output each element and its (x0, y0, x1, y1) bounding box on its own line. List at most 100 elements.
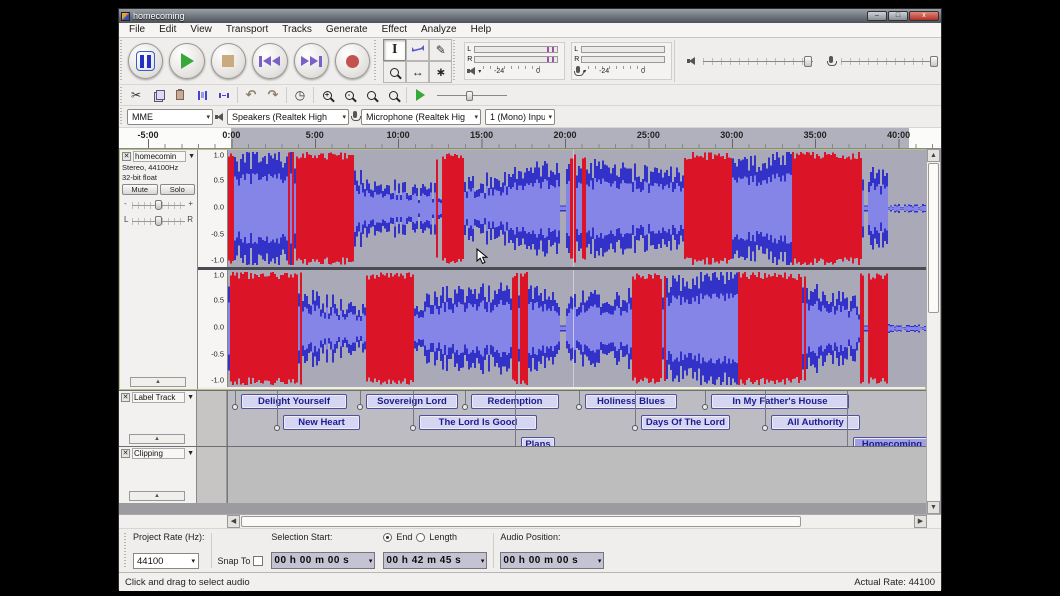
label-track-content[interactable]: Delight YourselfSovereign LordRedemption… (227, 391, 926, 446)
label-handle[interactable] (632, 425, 638, 431)
label[interactable]: The Lord Is Good (419, 415, 537, 430)
skip-to-start-button[interactable] (252, 43, 287, 79)
zoom-tool-button[interactable] (383, 61, 406, 83)
label-handle[interactable] (274, 425, 280, 431)
cut-button[interactable]: ✂ (126, 86, 146, 104)
multi-tool-button[interactable]: ∗ (429, 61, 452, 83)
label-handle[interactable] (357, 404, 363, 410)
length-radio[interactable] (416, 533, 425, 542)
zoom-out-button[interactable]: - (339, 86, 359, 104)
toolbar-gripper[interactable] (124, 533, 128, 568)
redo-button[interactable]: ↷ (263, 86, 283, 104)
menu-item-effect[interactable]: Effect (375, 23, 414, 37)
waveform-channel-right[interactable] (228, 270, 926, 387)
menu-item-help[interactable]: Help (464, 23, 499, 37)
vertical-scrollbar[interactable]: ▲ ▼ (926, 149, 940, 514)
label[interactable]: In My Father's House (711, 394, 849, 409)
gain-slider[interactable]: - + (124, 199, 193, 211)
label-handle[interactable] (702, 404, 708, 410)
menu-item-file[interactable]: File (122, 23, 152, 37)
input-channels-select[interactable]: 1 (Mono) Inpu▾ (485, 109, 555, 125)
pan-thumb[interactable] (155, 216, 162, 226)
track-name[interactable]: Clipping (132, 448, 185, 459)
title-bar[interactable]: homecoming – □ x (119, 9, 941, 23)
close-track-button[interactable]: ✕ (121, 449, 130, 458)
collapse-track-button[interactable]: ▲ (130, 377, 186, 387)
vertical-ruler-right[interactable]: 1.00.50.0-0.5-1.0 (198, 270, 228, 387)
play-button[interactable] (169, 43, 204, 79)
menu-item-tracks[interactable]: Tracks (275, 23, 319, 37)
recording-meter[interactable]: L R ▾ -24 0 (571, 42, 672, 80)
timeshift-tool-button[interactable]: ↔ (406, 61, 429, 83)
input-device-select[interactable]: Microphone (Realtek Hig▾ (361, 109, 481, 125)
waveform-channel-left[interactable] (228, 150, 926, 267)
undo-button[interactable]: ↶ (241, 86, 261, 104)
selection-tool-button[interactable]: I (383, 39, 406, 61)
pan-slider[interactable]: L R (124, 215, 193, 227)
label-handle[interactable] (232, 404, 238, 410)
label-handle[interactable] (410, 425, 416, 431)
label[interactable]: Sovereign Lord (366, 394, 458, 409)
end-radio[interactable] (383, 533, 392, 542)
label[interactable]: Plans (521, 437, 555, 446)
close-track-button[interactable]: ✕ (122, 152, 131, 161)
paste-button[interactable] (170, 86, 190, 104)
menu-item-transport[interactable]: Transport (219, 23, 275, 37)
label-handle[interactable] (576, 404, 582, 410)
track-menu-arrow-icon[interactable]: ▼ (187, 394, 194, 401)
clipping-track-content[interactable] (227, 447, 926, 503)
sync-lock-button[interactable]: ◷ (290, 86, 310, 104)
collapse-track-button[interactable]: ▲ (129, 434, 185, 444)
toolbar-gripper[interactable] (453, 40, 457, 82)
minimize-button[interactable]: – (867, 11, 887, 21)
track-name[interactable]: Label Track (132, 392, 185, 403)
audio-position-field[interactable]: 00 h 00 m 00 s▾ (500, 552, 604, 569)
label[interactable]: Delight Yourself (241, 394, 347, 409)
toolbar-gripper[interactable] (120, 40, 124, 82)
project-rate-select[interactable]: 44100▾ (133, 553, 199, 569)
input-volume-slider[interactable] (841, 55, 935, 67)
fit-selection-button[interactable] (361, 86, 381, 104)
menu-item-edit[interactable]: Edit (152, 23, 183, 37)
track-menu-arrow-icon[interactable]: ▼ (187, 450, 194, 457)
play-at-speed-button[interactable] (410, 86, 430, 104)
label[interactable]: Holiness Blues (585, 394, 677, 409)
pause-button[interactable] (128, 43, 163, 79)
solo-button[interactable]: Solo (160, 184, 196, 195)
dropdown-arrow-icon[interactable]: ▾ (478, 68, 481, 75)
collapse-track-button[interactable]: ▲ (129, 491, 185, 501)
menu-item-generate[interactable]: Generate (319, 23, 375, 37)
label[interactable]: Days Of The Lord (641, 415, 730, 430)
menu-item-view[interactable]: View (183, 23, 219, 37)
label[interactable]: Homecoming (853, 437, 926, 446)
toolbar-gripper[interactable] (120, 87, 124, 103)
close-track-button[interactable]: ✕ (121, 393, 130, 402)
selection-end-field[interactable]: 00 h 42 m 45 s▾ (383, 552, 487, 569)
toolbar-gripper[interactable] (120, 108, 124, 125)
timeline-ruler[interactable]: -5:000:005:0010:0015:0020:0025:0030:0035… (119, 128, 941, 149)
toolbar-gripper[interactable] (374, 40, 378, 82)
track-menu-arrow-icon[interactable]: ▼ (188, 153, 195, 160)
snap-to-checkbox[interactable] (253, 556, 263, 566)
gain-thumb[interactable] (155, 200, 162, 210)
scroll-up-button[interactable]: ▲ (927, 149, 940, 162)
audio-host-select[interactable]: MME▾ (127, 109, 213, 125)
scroll-down-button[interactable]: ▼ (927, 501, 940, 514)
maximize-button[interactable]: □ (888, 11, 908, 21)
selection-start-field[interactable]: 00 h 00 m 00 s▾ (271, 552, 375, 569)
fit-project-button[interactable] (383, 86, 403, 104)
draw-tool-button[interactable]: ✎ (429, 39, 452, 61)
silence-audio-button[interactable] (214, 86, 234, 104)
trim-audio-button[interactable] (192, 86, 212, 104)
close-button[interactable]: x (909, 11, 939, 21)
scroll-left-button[interactable]: ◀ (227, 515, 240, 528)
label[interactable]: New Heart (283, 415, 360, 430)
input-volume-thumb[interactable] (930, 56, 938, 67)
stop-button[interactable] (211, 43, 246, 79)
vertical-scroll-thumb[interactable] (928, 163, 939, 313)
mute-button[interactable]: Mute (122, 184, 158, 195)
label-handle[interactable] (762, 425, 768, 431)
envelope-tool-button[interactable] (406, 39, 429, 61)
menu-item-analyze[interactable]: Analyze (414, 23, 464, 37)
record-button[interactable] (335, 43, 370, 79)
